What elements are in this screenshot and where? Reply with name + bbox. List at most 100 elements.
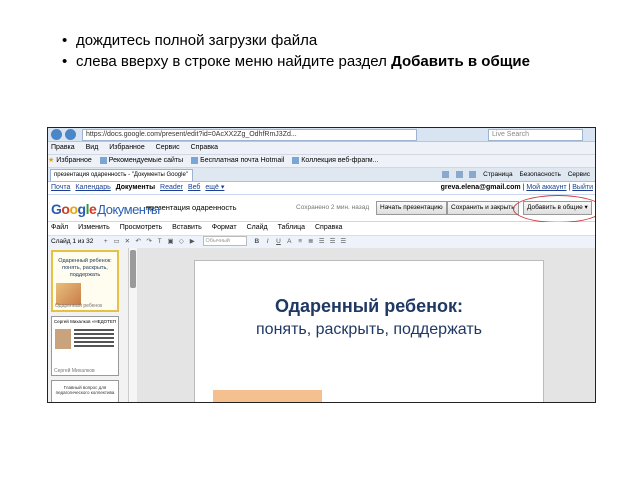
- print-icon[interactable]: [469, 170, 477, 178]
- thumbnail-subtitle: понять, раскрыть, поддержать: [62, 265, 108, 278]
- align-left-icon[interactable]: ☰: [317, 236, 326, 248]
- page-icon: [99, 156, 107, 164]
- font-select[interactable]: Обычный: [202, 236, 247, 247]
- star-icon: ★: [48, 157, 55, 164]
- menu-item-edit[interactable]: Правка: [51, 144, 75, 151]
- bullet-list-icon[interactable]: ≡: [296, 236, 305, 248]
- favorites-button[interactable]: ★ Избранное: [48, 155, 92, 167]
- docs-menu-edit[interactable]: Изменить: [78, 224, 110, 231]
- favorite-link[interactable]: Коллекция веб-фрагм...: [292, 155, 378, 167]
- thumbnail-caption: Сергей Михалков: [54, 368, 95, 374]
- slide-filmstrip: Одаренный ребенок: понять, раскрыть, подд…: [48, 248, 128, 402]
- save-and-close-button[interactable]: Сохранить и закрыть: [447, 201, 519, 215]
- safety-menu[interactable]: Безопасность: [519, 171, 560, 178]
- page-icon: [191, 156, 199, 164]
- docs-menu-format[interactable]: Формат: [212, 224, 237, 231]
- instruction-text: дождитесь полной загрузки файла: [76, 32, 318, 49]
- google-docs-logo[interactable]: GoogleДокументы: [51, 201, 160, 217]
- docs-menu-slide[interactable]: Слайд: [247, 224, 268, 231]
- menu-item-favorites[interactable]: Избранное: [109, 144, 144, 151]
- home-icon[interactable]: [441, 170, 449, 178]
- search-input[interactable]: Live Search: [488, 129, 583, 141]
- instruction-list: дождитесь полной загрузки файла слева вв…: [62, 30, 530, 72]
- feeds-icon[interactable]: [455, 170, 463, 178]
- tools-menu[interactable]: Сервис: [568, 171, 590, 178]
- favorites-bar: ★ Избранное Рекомендуемые сайты Бесплатна…: [48, 155, 595, 168]
- image-icon[interactable]: ▣: [166, 236, 175, 248]
- numbered-list-icon[interactable]: ≣: [306, 236, 315, 248]
- thumbnail-title-line: Одаренный ребенок:: [58, 258, 112, 264]
- logo-letter: G: [51, 201, 62, 217]
- docs-menu-file[interactable]: Файл: [51, 224, 68, 231]
- instruction-item: дождитесь полной загрузки файла: [62, 30, 530, 51]
- video-icon[interactable]: ▶: [188, 236, 197, 248]
- docs-menu-insert[interactable]: Вставить: [172, 224, 202, 231]
- favorite-link[interactable]: Рекомендуемые сайты: [99, 155, 183, 167]
- gbar-link-web[interactable]: Веб: [188, 184, 201, 191]
- user-email: greva.elena@gmail.com: [440, 184, 521, 191]
- text-color-icon[interactable]: A: [285, 236, 294, 248]
- sign-out-link[interactable]: Выйти: [572, 184, 593, 191]
- redo-icon[interactable]: ↷: [144, 236, 153, 248]
- browser-screenshot: https://docs.google.com/present/edit?id=…: [47, 127, 596, 403]
- back-icon[interactable]: [51, 129, 62, 140]
- docs-menu-help[interactable]: Справка: [315, 224, 342, 231]
- account-area: greva.elena@gmail.com | Мой аккаунт | Вы…: [440, 184, 593, 191]
- forward-icon[interactable]: [65, 129, 76, 140]
- gbar-link-calendar[interactable]: Календарь: [75, 184, 110, 191]
- gbar-current-docs: Документы: [115, 184, 156, 191]
- browser-tab[interactable]: презентация одаренность - "Документы Goo…: [50, 169, 193, 181]
- filmstrip-scrollbar[interactable]: [128, 248, 137, 402]
- thumbnail-image: [56, 283, 81, 305]
- document-title[interactable]: презентация одаренность: [146, 203, 237, 212]
- slide-image[interactable]: [213, 390, 322, 402]
- instruction-text: слева вверху в строке меню найдите разде…: [76, 53, 392, 70]
- align-right-icon[interactable]: ☰: [339, 236, 348, 248]
- favorite-label: Коллекция веб-фрагм...: [301, 157, 379, 164]
- underline-icon[interactable]: U: [274, 236, 283, 248]
- scrollbar-thumb[interactable]: [130, 250, 136, 288]
- menu-item-help[interactable]: Справка: [191, 144, 218, 151]
- slide-thumbnail-3[interactable]: Главный вопрос для педагогического колле…: [51, 380, 119, 402]
- gbar-link-mail[interactable]: Почта: [51, 184, 70, 191]
- shape-icon[interactable]: ◇: [177, 236, 186, 248]
- bold-icon[interactable]: B: [252, 236, 261, 248]
- slide-thumbnail-2[interactable]: Сергей Михалков «НЕДОТЕПА» Сергей Михалк…: [51, 316, 119, 376]
- align-center-icon[interactable]: ☰: [328, 236, 337, 248]
- google-bar: Почта Календарь Документы Reader Веб ещё…: [48, 182, 595, 195]
- thumbnail-title: Сергей Михалков «НЕДОТЕПА»: [54, 319, 116, 324]
- thumbnail-title: Главный вопрос для педагогического колле…: [55, 385, 115, 395]
- duplicate-icon[interactable]: ▭: [112, 236, 121, 248]
- menu-item-tools[interactable]: Сервис: [156, 144, 180, 151]
- slide-title[interactable]: Одаренный ребенок:: [195, 296, 543, 317]
- undo-icon[interactable]: ↶: [134, 236, 143, 248]
- gbar-link-more[interactable]: ещё ▾: [205, 184, 224, 191]
- menu-item-view[interactable]: Вид: [86, 144, 99, 151]
- gbar-link-reader[interactable]: Reader: [160, 184, 183, 191]
- my-account-link[interactable]: Мой аккаунт: [526, 184, 566, 191]
- thumbnail-caption: Одаренный ребенок: [55, 303, 103, 309]
- favorites-label: Избранное: [56, 157, 92, 164]
- logo-letter: o: [69, 201, 78, 217]
- thumbnail-text-lines: [74, 329, 114, 349]
- tab-row: презентация одаренность - "Документы Goo…: [48, 168, 595, 182]
- new-slide-icon[interactable]: +: [101, 236, 110, 248]
- docs-menu-bar: Файл Изменить Просмотреть Вставить Форма…: [48, 222, 595, 234]
- italic-icon[interactable]: I: [263, 236, 272, 248]
- start-presentation-button[interactable]: Начать презентацию: [376, 201, 447, 215]
- docs-header: GoogleДокументы презентация одаренность …: [48, 195, 595, 223]
- slide-canvas[interactable]: Одаренный ребенок: понять, раскрыть, под…: [194, 260, 544, 402]
- favorite-link[interactable]: Бесплатная почта Hotmail: [191, 155, 284, 167]
- save-status: Сохранено 2 мин. назад: [296, 204, 370, 211]
- instruction-item: слева вверху в строке меню найдите разде…: [62, 51, 530, 72]
- docs-menu-table[interactable]: Таблица: [278, 224, 305, 231]
- docs-menu-view[interactable]: Просмотреть: [120, 224, 162, 231]
- highlight-circle: [513, 195, 595, 223]
- page-menu[interactable]: Страница: [483, 171, 512, 178]
- url-field[interactable]: https://docs.google.com/present/edit?id=…: [82, 129, 417, 141]
- text-box-icon[interactable]: T: [155, 236, 164, 248]
- delete-icon[interactable]: ✕: [123, 236, 132, 248]
- slide-thumbnail-1[interactable]: Одаренный ребенок: понять, раскрыть, подд…: [51, 250, 119, 312]
- slide-subtitle[interactable]: понять, раскрыть, поддержать: [195, 321, 543, 339]
- page-icon: [292, 156, 300, 164]
